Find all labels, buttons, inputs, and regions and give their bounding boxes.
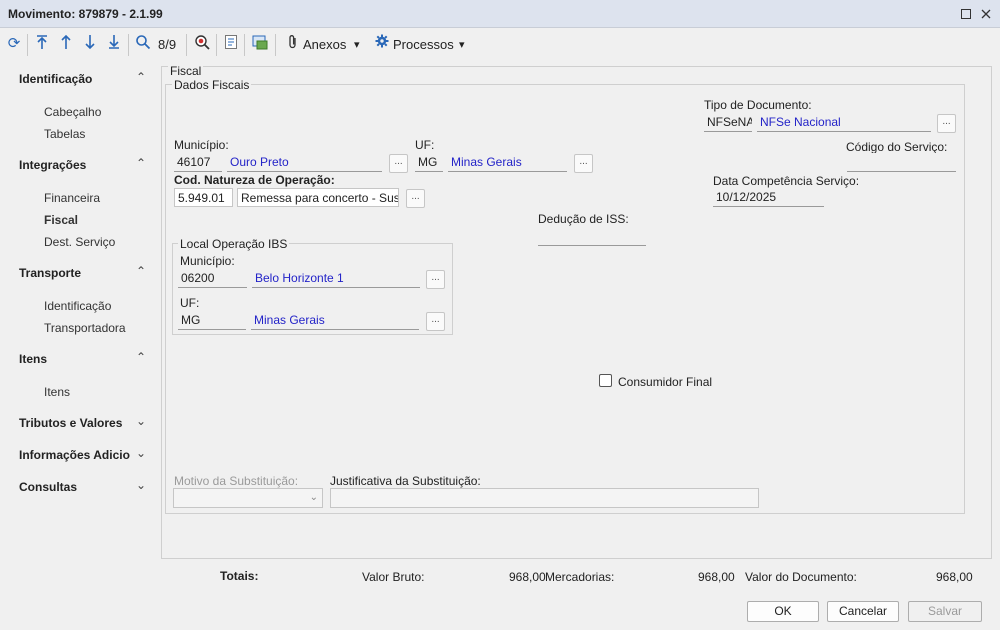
valor-documento-value: 968,00 [936,570,973,584]
deducao-iss-label: Dedução de ISS: [538,212,629,226]
municipio-lookup-button[interactable]: ... [389,154,408,173]
justificativa-substituicao-field[interactable] [330,488,759,508]
uf-code-field[interactable]: MG [415,153,443,172]
ibs-municipio-lookup-button[interactable]: ... [426,270,445,289]
cancel-button[interactable]: Cancelar [827,601,899,622]
natureza-label: Cod. Natureza de Operação: [174,173,335,187]
consumidor-final-checkbox[interactable] [599,374,612,387]
ibs-municipio-label: Município: [180,254,235,268]
municipio-desc-field: Ouro Preto [227,153,382,172]
tipo-documento-code-field[interactable]: NFSeNAC [704,113,752,132]
close-icon[interactable] [977,5,995,23]
valor-bruto-label: Valor Bruto: [362,570,425,584]
municipio-label: Município: [174,138,229,152]
sidebar-item-identificacao[interactable]: Identificação [44,299,111,313]
sidebar-item-dest-servico[interactable]: Dest. Serviço [44,235,115,249]
zoom-search-icon[interactable] [192,34,212,54]
chevron-down-icon[interactable]: ⌄ [134,478,148,492]
valor-documento-label: Valor do Documento: [745,570,857,584]
ibs-municipio-code-field[interactable]: 06200 [178,269,247,288]
valor-bruto-value: 968,00 [509,570,546,584]
window-title: Movimento: 879879 - 2.1.99 [8,7,163,21]
codigo-servico-field[interactable] [847,153,956,172]
totais-label: Totais: [220,569,259,583]
anexos-dropdown-icon[interactable]: ▾ [354,38,360,51]
natureza-lookup-button[interactable]: ... [406,189,425,208]
search-icon[interactable] [133,34,153,54]
processos-dropdown-icon[interactable]: ▾ [459,38,465,51]
natureza-code-field[interactable]: 5.949.01 [174,188,233,207]
next-record-icon[interactable] [80,34,100,54]
sidebar-group-transporte[interactable]: Transporte [19,266,81,280]
deducao-iss-field[interactable] [538,227,646,246]
sidebar-group-itens[interactable]: Itens [19,352,47,366]
sidebar-item-itens[interactable]: Itens [44,385,70,399]
first-record-icon[interactable] [32,34,52,54]
toolbar-separator [244,34,245,56]
ok-button[interactable]: OK [747,601,819,622]
chevron-up-icon[interactable]: ⌃ [134,264,148,278]
uf-lookup-button[interactable]: ... [574,154,593,173]
sidebar-item-transportadora[interactable]: Transportadora [44,321,126,335]
ibs-uf-label: UF: [180,296,200,310]
chevron-down-icon: ⌄ [309,492,318,503]
title-bar: Movimento: 879879 - 2.1.99 [0,0,1000,28]
toolbar-separator [128,34,129,56]
refresh-icon[interactable]: ⟳ [4,34,24,54]
uf-desc-field: Minas Gerais [448,153,567,172]
sidebar-group-tributos[interactable]: Tributos e Valores [19,416,122,430]
tipo-documento-label: Tipo de Documento: [704,98,812,112]
consumidor-final-label: Consumidor Final [618,375,713,389]
tipo-documento-lookup-button[interactable]: ... [937,114,956,133]
export-icon[interactable] [250,34,270,54]
mercadorias-label: Mercadorias: [545,570,615,584]
tipo-documento-desc-field: NFSe Nacional [757,113,931,132]
gear-icon[interactable] [372,34,392,54]
sidebar-group-identificacao[interactable]: Identificação [19,72,92,86]
chevron-up-icon[interactable]: ⌃ [134,156,148,170]
ibs-uf-lookup-button[interactable]: ... [426,312,445,331]
dados-fiscais-legend: Dados Fiscais [172,78,252,92]
sidebar-item-tabelas[interactable]: Tabelas [44,127,85,141]
natureza-desc-field: Remessa para concerto - Suspen [237,188,399,207]
chevron-down-icon[interactable]: ⌄ [134,414,148,428]
fiscal-legend: Fiscal [168,64,204,78]
paperclip-icon[interactable] [283,34,303,54]
maximize-icon[interactable] [957,5,975,23]
toolbar-separator [27,34,28,56]
ibs-uf-code-field[interactable]: MG [178,311,246,330]
municipio-code-field[interactable]: 46107 [174,153,222,172]
sidebar-group-consultas[interactable]: Consultas [19,480,77,494]
report-icon[interactable] [221,34,241,54]
local-ibs-legend: Local Operação IBS [178,237,290,251]
processos-menu[interactable]: Processos [393,37,454,52]
toolbar-separator [275,34,276,56]
last-record-icon[interactable] [104,34,124,54]
sidebar-group-informacoes[interactable]: Informações Adicio [19,448,130,462]
toolbar: ⟳ 8/9 Anexos ▾ Processos ▾ [0,29,1000,59]
sidebar-item-cabecalho[interactable]: Cabeçalho [44,105,101,119]
sidebar-group-integracoes[interactable]: Integrações [19,158,86,172]
motivo-substituicao-label: Motivo da Substituição: [174,474,299,488]
codigo-servico-label: Código do Serviço: [846,140,948,154]
toolbar-separator [186,34,187,56]
save-button[interactable]: Salvar [908,601,982,622]
ibs-municipio-desc-field: Belo Horizonte 1 [252,269,420,288]
previous-record-icon[interactable] [56,34,76,54]
record-counter: 8/9 [158,37,177,52]
anexos-menu[interactable]: Anexos [303,37,346,52]
justificativa-substituicao-label: Justificativa da Substituição: [330,474,481,488]
toolbar-separator [216,34,217,56]
ibs-uf-desc-field: Minas Gerais [251,311,419,330]
sidebar-item-fiscal[interactable]: Fiscal [44,213,78,227]
data-competencia-field[interactable]: 10/12/2025 [713,188,824,207]
data-competencia-label: Data Competência Serviço: [713,174,860,188]
motivo-substituicao-select[interactable]: ⌄ [173,488,323,508]
mercadorias-value: 968,00 [698,570,735,584]
chevron-up-icon[interactable]: ⌃ [134,70,148,84]
uf-label: UF: [415,138,435,152]
chevron-up-icon[interactable]: ⌃ [134,350,148,364]
sidebar-item-financeira[interactable]: Financeira [44,191,100,205]
chevron-down-icon[interactable]: ⌄ [134,446,148,460]
